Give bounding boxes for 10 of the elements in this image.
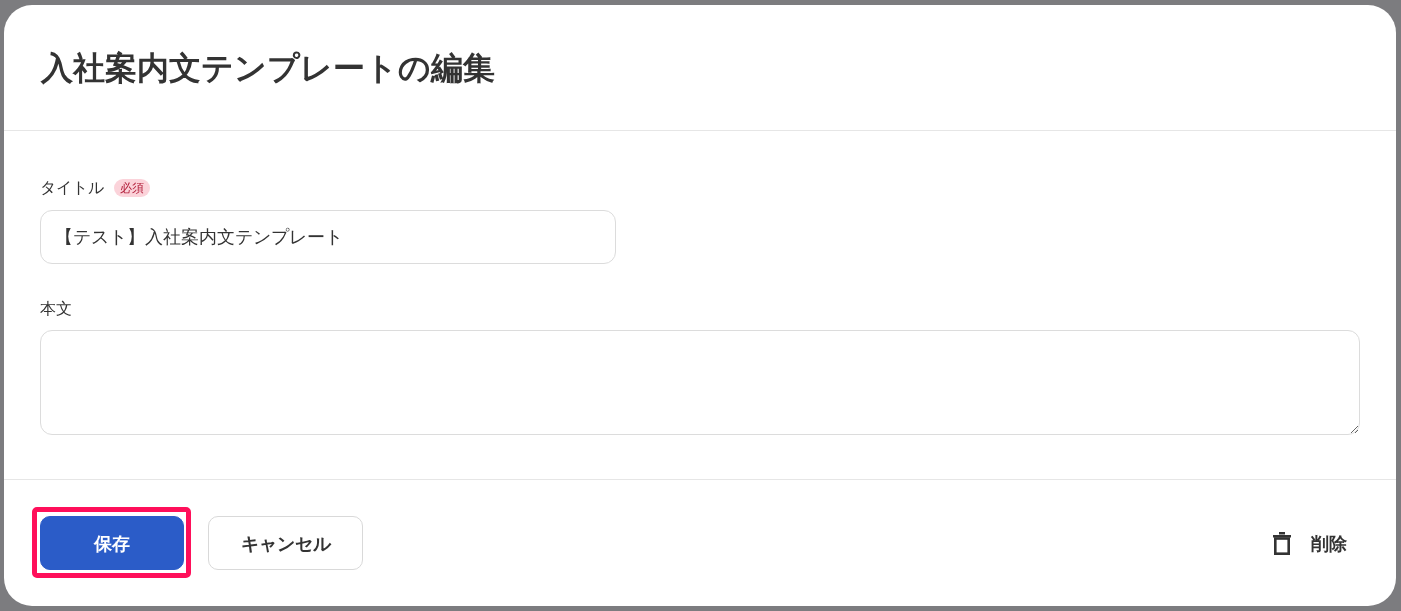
title-input[interactable]: 【テスト】入社案内文テンプレート [40, 210, 616, 264]
required-badge: 必須 [114, 179, 150, 197]
dialog-title: 入社案内文テンプレートの編集 [41, 47, 495, 89]
field-label: タイトル [40, 177, 104, 199]
delete-button[interactable]: 削除 [1260, 521, 1360, 565]
save-button[interactable]: 保存 [40, 516, 184, 570]
field-label: 本文 [40, 298, 72, 320]
cancel-button[interactable]: キャンセル [208, 516, 363, 570]
trash-icon [1273, 531, 1291, 555]
body-textarea[interactable] [40, 330, 1360, 435]
